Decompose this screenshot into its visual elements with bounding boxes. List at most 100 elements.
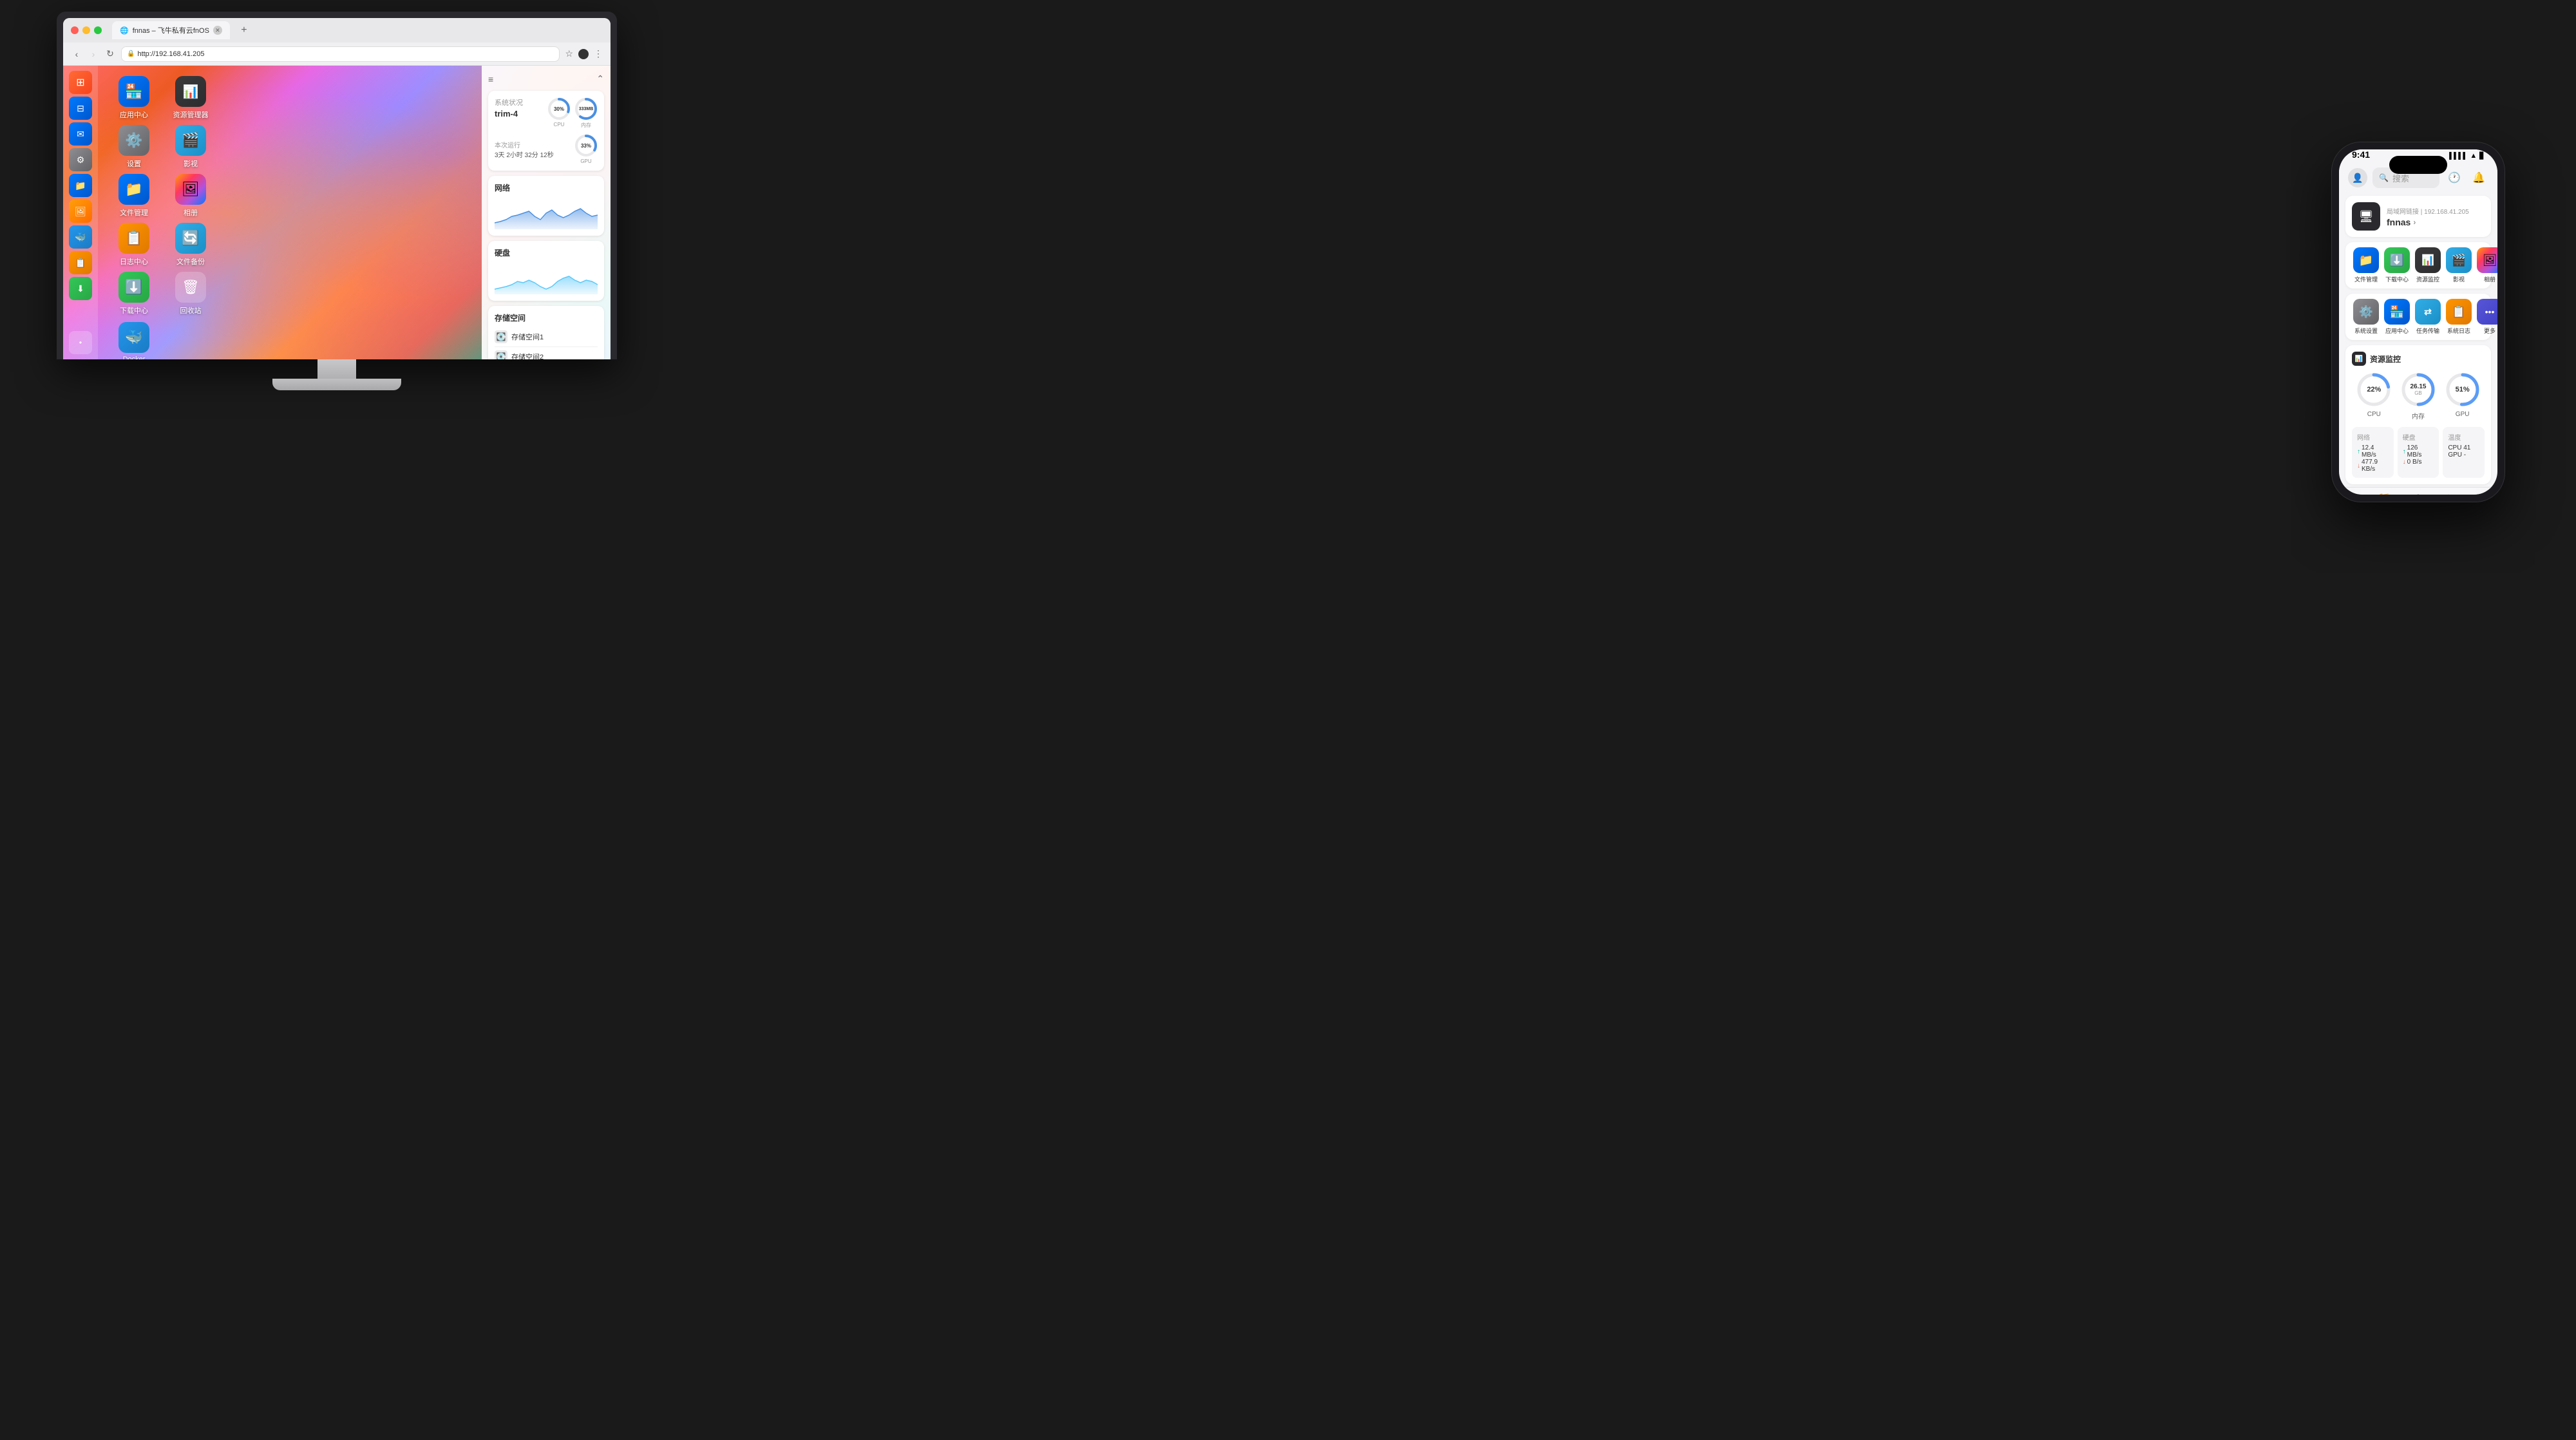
stat-network-down: ↓ 477.9 KB/s	[2357, 459, 2389, 473]
stat-network-title: 网络	[2357, 432, 2389, 442]
phone-app-more[interactable]: ••• 更多	[2477, 299, 2497, 335]
app-label-trash: 回收站	[180, 305, 202, 316]
app-icon-log: 📋	[118, 223, 149, 254]
app-item-backup[interactable]: 🔄 文件备份	[162, 220, 219, 269]
phone-cpu-gauge-ring: 22%	[2355, 371, 2392, 408]
browser-menu-icon[interactable]: ⋮	[594, 48, 603, 59]
app-item-log[interactable]: 📋 日志中心	[106, 220, 162, 269]
storage-item-2[interactable]: 💽 存储空间2	[495, 347, 598, 359]
stat-disk-write: ↓ 0 B/s	[2403, 459, 2434, 466]
app-item-trash[interactable]: 🗑 回收站	[162, 269, 219, 318]
phone-nav-files[interactable]: 📁 文件	[2376, 490, 2392, 495]
dynamic-island	[2389, 156, 2447, 174]
sidebar-item-photos[interactable]: 🖼	[69, 200, 92, 223]
phone-action-icons: 🕐 🔔	[2445, 168, 2488, 187]
phone-app-transfer[interactable]: ⇄ 任务传输	[2415, 299, 2441, 335]
bell-icon[interactable]: 🔔	[2469, 168, 2488, 187]
browser-tab[interactable]: 🌐 fnnas – 飞牛私有云fnOS ✕	[112, 21, 230, 39]
bookmark-icon[interactable]: ☆	[565, 48, 573, 59]
read-icon: ↑	[2403, 448, 2406, 455]
phone-app-label-resource: 资源监控	[2416, 275, 2439, 283]
monitor-stand	[57, 359, 617, 390]
back-button[interactable]: ‹	[71, 48, 82, 60]
phone-app-video[interactable]: 🎬 影视	[2446, 247, 2472, 283]
panel-menu-icon[interactable]: ≡	[488, 74, 493, 84]
phone-cpu-value: 22%	[2355, 371, 2392, 408]
panel-collapse-icon[interactable]: ⌃	[596, 73, 604, 84]
cpu-gauge-value: 30%	[547, 97, 571, 120]
app-item-settings[interactable]: ⚙️ 设置	[106, 122, 162, 171]
status-gauges: 30% CPU	[547, 97, 598, 129]
storage-item-1[interactable]: 💽 存储空间1	[495, 327, 598, 347]
nav-home-icon: 🏠	[2346, 491, 2362, 495]
storage-card: 存储空间 💽 存储空间1 💽 存储空间2	[488, 306, 604, 359]
sidebar-item-files[interactable]: 📁	[69, 174, 92, 197]
gpu-gauge: 33% GPU	[574, 134, 598, 164]
phone-gpu-gauge-ring: 51%	[2444, 371, 2481, 408]
phone-app-photos[interactable]: 🖼 相册	[2477, 247, 2497, 283]
app-item-docker[interactable]: 🐳 Docker	[106, 318, 162, 359]
forward-button[interactable]: ›	[88, 48, 99, 60]
app-label-backup: 文件备份	[176, 256, 205, 267]
mem-gauge-value: 333MB	[574, 97, 598, 120]
runtime-row: 本次运行 3天 2小时 32分 12秒 33%	[495, 134, 598, 164]
phone-app-app-center[interactable]: 🏪 应用中心	[2384, 299, 2410, 335]
sidebar-item-settings[interactable]: ⚙	[69, 148, 92, 171]
gpu-gauge-label: GPU	[580, 158, 591, 164]
sidebar-item-apps[interactable]: ⊟	[69, 97, 92, 120]
phone-nav-photos[interactable]: ⊞ 相册	[2475, 490, 2490, 495]
app-item-photos[interactable]: 🖼 相册	[162, 171, 219, 220]
sidebar-item-appgrid[interactable]: ⊞	[69, 71, 92, 94]
sidebar-item-more[interactable]: •	[69, 331, 92, 354]
refresh-button[interactable]: ↻	[104, 48, 116, 60]
sidebar-item-mail[interactable]: ✉	[69, 122, 92, 146]
phone-nav-video[interactable]: ▶ 影视	[2445, 490, 2460, 495]
storage-name-1: 存储空间1	[511, 332, 544, 342]
tab-close-button[interactable]: ✕	[213, 26, 222, 35]
app-item-download[interactable]: ⬇️ 下载中心	[106, 269, 162, 318]
sidebar-item-log[interactable]: 📋	[69, 251, 92, 274]
phone-app-file-manager[interactable]: 📁 文件管理	[2353, 247, 2379, 283]
phone-app-icon-file-manager: 📁	[2353, 247, 2379, 273]
app-item-video[interactable]: 🎬 影视	[162, 122, 219, 171]
app-item-file-manager[interactable]: 📁 文件管理	[106, 171, 162, 220]
phone-app-icon-resource: 📊	[2415, 247, 2441, 273]
app-label-download: 下载中心	[120, 305, 148, 316]
phone-nav-fn[interactable]: 🏠 FN	[2346, 491, 2362, 495]
gpu-gauge-ring: 33%	[574, 134, 598, 157]
minimize-button[interactable]	[82, 26, 90, 34]
monitor-bezel: 🌐 fnnas – 飞牛私有云fnOS ✕ + ‹ › ↻ 🔒 http://1…	[57, 12, 617, 359]
phone-app-sys-log[interactable]: 📋 系统日志	[2446, 299, 2472, 335]
nas-info: 局域网链接 | 192.168.41.205 fnnas ›	[2387, 206, 2485, 227]
maximize-button[interactable]	[94, 26, 102, 34]
close-button[interactable]	[71, 26, 79, 34]
phone-app-resource[interactable]: 📊 资源监控	[2415, 247, 2441, 283]
phone-app-icon-app-center: 🏪	[2384, 299, 2410, 325]
profile-icon[interactable]	[578, 49, 589, 59]
sidebar-item-docker[interactable]: 🐳	[69, 225, 92, 249]
phone-mem-value: 26.15 GB	[2400, 371, 2437, 408]
phone-screen: 9:41 ▌▌▌▌ ▲ ▊ 👤 🔍 搜索	[2339, 149, 2497, 495]
nas-connection[interactable]: 🖥 局域网链接 | 192.168.41.205 fnnas ›	[2345, 196, 2491, 237]
address-bar[interactable]: 🔒 http://192.168.41.205	[121, 46, 560, 62]
phone-app-icon-sys-settings: ⚙️	[2353, 299, 2379, 325]
phone-nav-transfer[interactable]: ⊙ 传输任务	[2407, 490, 2430, 495]
nas-address: 局域网链接 | 192.168.41.205	[2387, 206, 2485, 216]
nav-files-icon: 📁	[2376, 490, 2392, 495]
phone-stats-row: 网络 ↑ 12.4 MB/s ↓ 477.9 KB/s 硬盘	[2352, 427, 2485, 478]
phone-avatar[interactable]: 👤	[2348, 168, 2367, 187]
nas-chevron-icon: ›	[2413, 218, 2416, 227]
avatar-icon: 👤	[2352, 173, 2363, 184]
sidebar-item-download[interactable]: ⬇	[69, 277, 92, 300]
phone-app-download[interactable]: ⬇️ 下载中心	[2384, 247, 2410, 283]
app-item-app-center[interactable]: 🏪 应用中心	[106, 73, 162, 122]
clock-icon[interactable]: 🕐	[2445, 168, 2464, 187]
resource-gauges: 22% CPU 26.15	[2352, 371, 2485, 421]
runtime-label: 本次运行	[495, 140, 554, 149]
phone-app-sys-settings[interactable]: ⚙️ 系统设置	[2353, 299, 2379, 335]
battery-icon: ▊	[2479, 153, 2485, 160]
nav-video-icon: ▶	[2445, 490, 2460, 495]
cpu-gauge: 30% CPU	[547, 97, 571, 129]
new-tab-button[interactable]: +	[238, 24, 251, 37]
app-item-resource-manager[interactable]: 📊 资源管理器	[162, 73, 219, 122]
